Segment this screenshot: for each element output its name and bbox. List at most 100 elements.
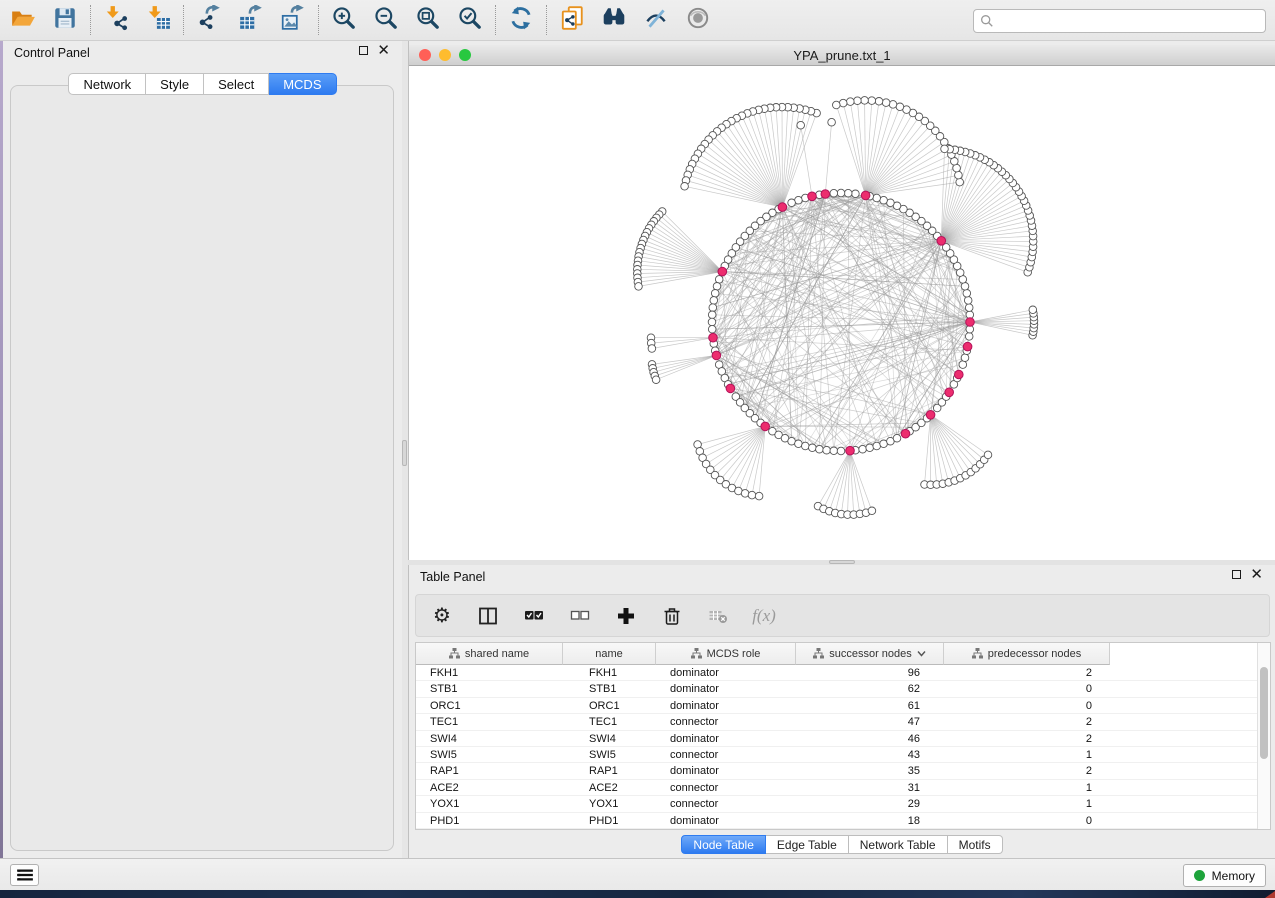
graph-node[interactable] [828,118,836,126]
graph-hub-node[interactable] [966,318,975,327]
cell[interactable]: connector [656,796,796,812]
import-network-button[interactable] [101,5,131,35]
save-button[interactable] [50,5,80,35]
graph-hub-node[interactable] [901,429,910,438]
table-row[interactable]: FKH1FKH1dominator962 [416,665,1270,681]
graph-node[interactable] [837,447,845,455]
graph-node[interactable] [868,97,876,105]
graph-hub-node[interactable] [726,384,735,393]
zoom-selected-button[interactable] [455,5,485,35]
graph-node[interactable] [755,492,763,500]
memory-button[interactable]: Memory [1183,864,1266,887]
tab-network[interactable]: Network [68,73,146,95]
graph-node[interactable] [681,183,689,191]
graph-node[interactable] [847,98,855,106]
minimize-window-icon[interactable] [439,49,451,61]
cell[interactable]: 35 [796,763,944,779]
cell[interactable]: 1 [944,747,1110,763]
graph-hub-node[interactable] [808,192,817,201]
cell[interactable]: 2 [944,763,1110,779]
scrollbar-thumb[interactable] [1260,667,1268,759]
graph-node[interactable] [964,297,972,305]
cell[interactable]: dominator [656,681,796,697]
cell[interactable]: TEC1 [416,714,563,730]
graph-node[interactable] [830,447,838,455]
maximize-window-icon[interactable] [459,49,471,61]
cell[interactable]: ACE2 [416,780,563,796]
graph-node[interactable] [961,354,969,362]
table-settings-button[interactable]: ⚙ [430,604,454,628]
graph-node[interactable] [802,442,810,450]
graph-node[interactable] [711,290,719,298]
cell[interactable]: SWI4 [416,731,563,747]
cell[interactable]: dominator [656,763,796,779]
graph-node[interactable] [859,445,867,453]
graph-hub-node[interactable] [955,370,964,379]
column-header-successor-nodes[interactable]: successor nodes [796,643,944,665]
export-image-button[interactable] [278,5,308,35]
import-table-button[interactable] [143,5,173,35]
cell[interactable]: 46 [796,731,944,747]
network-canvas[interactable] [409,66,1275,560]
graph-hub-node[interactable] [937,237,946,246]
float-panel-icon[interactable] [359,46,368,55]
tab-style[interactable]: Style [146,73,204,95]
graph-hub-node[interactable] [709,333,718,342]
splitter-grip[interactable] [402,440,407,466]
table-row[interactable]: PHD1PHD1dominator180 [416,813,1270,829]
show-panels-button[interactable] [683,5,713,35]
cell[interactable]: FKH1 [563,665,656,681]
close-panel-icon[interactable]: ✕ [1250,570,1263,579]
export-table-button[interactable] [236,5,266,35]
cell[interactable]: ACE2 [563,780,656,796]
cell[interactable]: 43 [796,747,944,763]
show-columns-button[interactable] [476,604,500,628]
cell[interactable]: 61 [796,698,944,714]
cell[interactable]: 2 [944,665,1110,681]
graph-hub-node[interactable] [778,203,787,212]
graph-node[interactable] [961,283,969,291]
table-row[interactable]: ORC1ORC1dominator610 [416,698,1270,714]
column-header-name[interactable]: name [563,643,656,665]
select-all-button[interactable] [522,604,546,628]
close-panel-icon[interactable]: ✕ [377,46,390,55]
splitter-grip[interactable] [829,560,855,564]
create-column-button[interactable] [614,604,638,628]
search-input[interactable] [998,11,1265,31]
cell[interactable]: dominator [656,665,796,681]
column-header-shared-name[interactable]: shared name [416,643,563,665]
graph-node[interactable] [861,97,869,105]
graph-hub-node[interactable] [846,446,855,455]
zoom-out-button[interactable] [371,5,401,35]
table-row[interactable]: SWI5SWI5connector431 [416,747,1270,763]
graph-hub-node[interactable] [712,351,721,360]
cell[interactable]: 2 [944,714,1110,730]
refresh-button[interactable] [506,5,536,35]
table-row[interactable]: RAP1RAP1dominator352 [416,763,1270,779]
tab-edge-table[interactable]: Edge Table [766,835,849,854]
cell[interactable]: 18 [796,813,944,829]
graph-node[interactable] [868,507,876,515]
graph-node[interactable] [955,171,963,179]
delete-column-button[interactable] [660,604,684,628]
graph-node[interactable] [708,318,716,326]
graph-node[interactable] [652,376,660,384]
graph-node[interactable] [956,178,964,186]
graph-hub-node[interactable] [821,190,830,199]
network-graph[interactable] [409,66,1275,560]
hide-panels-button[interactable] [641,5,671,35]
tab-motifs[interactable]: Motifs [948,835,1003,854]
tab-select[interactable]: Select [204,73,269,95]
cell[interactable]: dominator [656,698,796,714]
column-header-predecessor-nodes[interactable]: predecessor nodes [944,643,1110,665]
graph-node[interactable] [893,434,901,442]
graph-node[interactable] [823,446,831,454]
graph-node[interactable] [889,101,897,109]
graph-hub-node[interactable] [761,422,770,431]
graph-node[interactable] [635,283,643,291]
graph-node[interactable] [959,361,967,369]
cell[interactable]: 1 [944,796,1110,812]
zoom-in-button[interactable] [329,5,359,35]
cell[interactable]: PHD1 [416,813,563,829]
cell[interactable]: PHD1 [563,813,656,829]
